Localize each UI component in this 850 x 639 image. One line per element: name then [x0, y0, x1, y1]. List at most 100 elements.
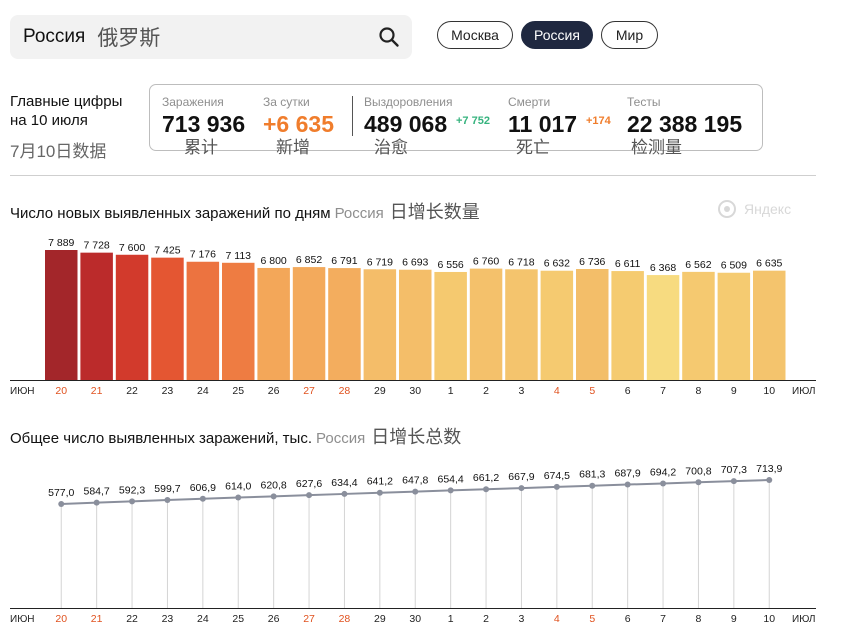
point-value-label: 694,2: [650, 466, 676, 478]
data-point: [412, 488, 419, 495]
main-numbers-title-line2: на 10 июля: [10, 112, 88, 129]
bar: [682, 271, 715, 380]
bar: [646, 275, 680, 380]
yandex-logo-icon: [718, 200, 736, 218]
bar: [186, 261, 220, 380]
bar: [399, 269, 432, 380]
bar-value-label: 6 719: [367, 256, 393, 268]
stat-translation: 新增: [276, 138, 310, 157]
stat-translation: 治愈: [374, 138, 408, 157]
bar: [328, 268, 361, 380]
x-tick-label: 20: [55, 385, 67, 397]
x-tick-label: 4: [554, 613, 560, 625]
bar-value-label: 6 800: [261, 255, 287, 267]
bar: [717, 272, 751, 380]
bar: [434, 271, 467, 380]
watermark-text: Яндекс: [744, 201, 792, 217]
stat-daily: За сутки +6 635 新增: [263, 95, 334, 157]
region-pill-moscow[interactable]: Москва: [437, 21, 513, 49]
bar: [576, 268, 609, 380]
data-point: [58, 501, 65, 507]
point-value-label: 713,9: [756, 463, 782, 475]
x-tick-label: 8: [696, 385, 702, 397]
data-point: [447, 487, 454, 494]
stat-translation: 检测量: [631, 138, 682, 157]
stat-label: Заражения: [162, 95, 224, 109]
data-point: [553, 483, 560, 490]
x-axis-end-label: ИЮЛ: [792, 386, 815, 397]
bar: [222, 262, 255, 380]
x-tick-label: 23: [162, 613, 174, 625]
bar: [469, 268, 503, 380]
search-query[interactable]: Россия: [23, 26, 85, 48]
stat-tests: Тесты 22 388 195 检测量: [627, 95, 742, 157]
x-tick-label: 22: [126, 613, 138, 625]
x-tick-label: 29: [374, 613, 386, 625]
bar-value-label: 6 635: [756, 258, 782, 270]
stat-infections: Заражения 713 936 累计: [162, 95, 245, 157]
stat-translation: 累计: [184, 138, 218, 157]
x-tick-label: 28: [339, 613, 351, 625]
stat-label: Тесты: [627, 95, 661, 109]
total-chart-title: Общее число выявленных заражений, тыс. Ро…: [10, 423, 461, 449]
x-tick-label: 27: [303, 613, 315, 625]
point-value-label: 606,9: [190, 482, 216, 494]
region-pill-world[interactable]: Мир: [601, 21, 658, 49]
data-point: [518, 485, 525, 492]
bar-value-label: 7 425: [154, 245, 180, 257]
point-value-label: 620,8: [261, 479, 287, 491]
x-tick-label: 30: [409, 385, 421, 397]
data-point: [624, 481, 631, 488]
main-numbers-title-translation: 7月10日数据: [10, 142, 107, 161]
data-point: [695, 479, 702, 486]
main-numbers-title-line1: Главные цифры: [10, 93, 123, 110]
x-tick-label: 24: [197, 613, 209, 625]
data-point: [235, 494, 242, 501]
point-value-label: 667,9: [508, 471, 534, 483]
bar-value-label: 6 760: [473, 256, 499, 268]
point-value-label: 599,7: [154, 483, 180, 495]
data-point: [589, 482, 596, 489]
bar: [753, 270, 786, 380]
point-value-label: 592,3: [119, 484, 145, 496]
point-value-label: 614,0: [225, 481, 251, 493]
region-pill-russia[interactable]: Россия: [521, 21, 593, 49]
stat-label: Выздоровления: [364, 95, 453, 109]
bar-value-label: 7 728: [84, 240, 110, 252]
total-line-chart: 577,020584,721592,322599,723606,924614,0…: [10, 463, 816, 625]
point-value-label: 681,3: [579, 469, 605, 481]
point-value-label: 584,7: [84, 486, 110, 498]
bar: [505, 269, 538, 380]
stat-label: Смерти: [508, 95, 551, 109]
data-point: [660, 480, 667, 487]
bar-value-label: 6 693: [402, 257, 428, 269]
total-chart-title-main: Общее число выявленных заражений, тыс.: [10, 430, 312, 447]
x-tick-label: 26: [268, 613, 280, 625]
data-point: [270, 493, 277, 500]
search-box[interactable]: Россия 俄罗斯: [10, 15, 412, 59]
x-tick-label: 5: [589, 385, 595, 397]
bar-value-label: 7 176: [190, 249, 216, 261]
x-axis-start-label: ИЮН: [10, 386, 35, 397]
x-tick-label: 1: [448, 613, 454, 625]
point-value-label: 707,3: [721, 464, 747, 476]
data-point: [376, 489, 383, 496]
x-tick-label: 9: [731, 385, 737, 397]
bar-value-label: 6 562: [685, 259, 711, 271]
total-chart-title-translation: 日增长总数: [371, 427, 462, 447]
bar-value-label: 7 113: [226, 250, 252, 262]
point-value-label: 641,2: [367, 476, 393, 488]
bar-value-label: 7 889: [48, 237, 74, 249]
daily-chart-title-translation: 日增长数量: [389, 202, 480, 222]
point-value-label: 634,4: [331, 477, 357, 489]
x-tick-label: 26: [268, 385, 280, 397]
bar-value-label: 6 632: [544, 258, 570, 270]
data-point: [341, 490, 348, 497]
x-tick-label: 25: [232, 613, 244, 625]
point-value-label: 577,0: [48, 487, 74, 499]
search-icon[interactable]: [378, 26, 400, 48]
x-tick-label: 6: [625, 613, 631, 625]
x-tick-label: 24: [197, 385, 209, 397]
bar-value-label: 6 791: [331, 255, 357, 267]
bar: [151, 257, 184, 380]
